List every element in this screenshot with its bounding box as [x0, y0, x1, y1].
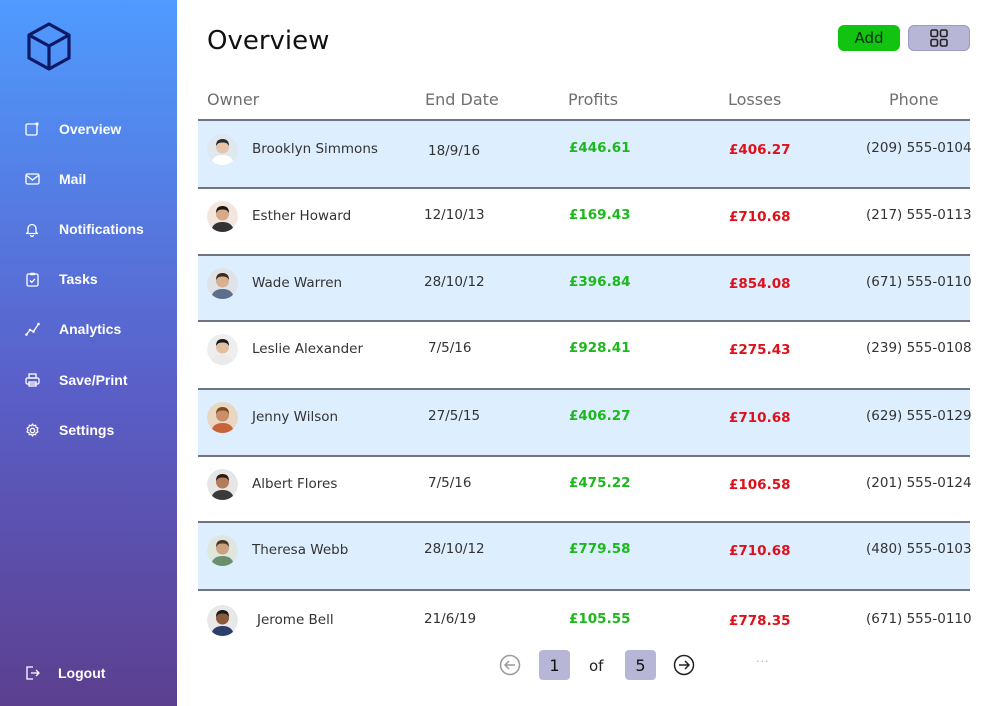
avatar — [207, 402, 238, 433]
end-date: 28/10/12 — [424, 274, 485, 290]
cube-logo-icon[interactable] — [24, 21, 74, 71]
sidebar-item-label: Save/Print — [59, 372, 128, 388]
avatar — [207, 334, 238, 365]
column-header-owner[interactable]: Owner — [207, 90, 259, 109]
owner-name: Albert Flores — [252, 476, 338, 492]
avatar — [207, 469, 238, 500]
owner-name: Jerome Bell — [257, 612, 334, 628]
avatar — [207, 535, 238, 566]
avatar — [207, 268, 238, 299]
next-page-icon[interactable] — [673, 654, 695, 676]
add-button[interactable]: Add — [838, 25, 900, 51]
column-header-phone[interactable]: Phone — [889, 90, 939, 109]
table-row[interactable]: Jenny Wilson 27/5/15 £406.27 £710.68 (629) 5… — [198, 390, 972, 457]
loss-value: £710.68 — [729, 543, 791, 559]
table-row[interactable]: Theresa Webb 28/10/12 £779.58 £710.68 (480) … — [198, 523, 972, 591]
owner-name: Esther Howard — [252, 208, 352, 224]
page-title: Overview — [207, 26, 330, 56]
phone-number: (629) 555-0129 — [866, 408, 972, 424]
loss-value: £854.08 — [729, 276, 791, 292]
profit-value: £928.41 — [569, 340, 631, 356]
end-date: 7/5/16 — [428, 340, 472, 356]
grid-view-button[interactable] — [908, 25, 970, 51]
end-date: 12/10/13 — [424, 207, 485, 223]
loss-value: £106.58 — [729, 477, 791, 493]
owner-name: Jenny Wilson — [252, 409, 339, 425]
end-date: 27/5/15 — [428, 408, 481, 424]
overview-icon — [24, 121, 40, 137]
avatar — [207, 201, 238, 232]
phone-number: (209) 555-0104 — [866, 140, 972, 156]
owner-name: Leslie Alexander — [252, 341, 364, 357]
more-pages-indicator: ... — [756, 652, 770, 665]
bell-icon — [24, 221, 40, 237]
sidebar-item-label: Notifications — [59, 221, 144, 237]
end-date: 28/10/12 — [424, 541, 485, 557]
table-row[interactable]: Brooklyn Simmons 18/9/16 £446.61 £406.27 (20… — [198, 119, 972, 189]
grid-icon — [930, 29, 948, 47]
profit-value: £779.58 — [569, 541, 631, 557]
loss-value: £778.35 — [729, 613, 791, 629]
sidebar-item-tasks[interactable]: Tasks — [0, 264, 177, 294]
loss-value: £710.68 — [729, 410, 791, 426]
logout-button[interactable]: Logout — [0, 658, 177, 688]
owner-name: Theresa Webb — [252, 542, 349, 558]
sidebar: Overview Mail Notifications Tasks Analyt… — [0, 0, 177, 706]
end-date: 21/6/19 — [424, 611, 477, 627]
loss-value: £406.27 — [729, 142, 791, 158]
sidebar-item-analytics[interactable]: Analytics — [0, 314, 177, 344]
loss-value: £710.68 — [729, 209, 791, 225]
profit-value: £406.27 — [569, 408, 631, 424]
profit-value: £396.84 — [569, 274, 631, 290]
profit-value: £169.43 — [569, 207, 631, 223]
phone-number: (239) 555-0108 — [866, 340, 972, 356]
sidebar-item-notifications[interactable]: Notifications — [0, 214, 177, 244]
owner-name: Wade Warren — [252, 275, 343, 291]
total-pages[interactable]: 5 — [625, 650, 656, 680]
table-row[interactable]: Wade Warren 28/10/12 £396.84 £854.08 (671) 5… — [198, 256, 972, 322]
prev-page-icon[interactable] — [499, 654, 521, 676]
avatar — [207, 134, 238, 165]
analytics-icon — [24, 321, 40, 337]
table-row[interactable]: Leslie Alexander 7/5/16 £928.41 £275.43 (239… — [198, 322, 972, 390]
sidebar-item-label: Analytics — [59, 321, 122, 337]
sidebar-item-settings[interactable]: Settings — [0, 415, 177, 445]
phone-number: (671) 555-0110 — [866, 611, 972, 627]
profit-value: £105.55 — [569, 611, 631, 627]
table-row[interactable]: Esther Howard 12/10/13 £169.43 £710.68 (217)… — [198, 189, 972, 256]
profit-value: £475.22 — [569, 475, 631, 491]
printer-icon — [24, 372, 40, 388]
profit-value: £446.61 — [569, 140, 631, 156]
logout-icon — [24, 665, 40, 681]
sidebar-item-save-print[interactable]: Save/Print — [0, 365, 177, 395]
gear-icon — [24, 422, 40, 438]
phone-number: (201) 555-0124 — [866, 475, 972, 491]
owner-name: Brooklyn Simmons — [252, 141, 378, 157]
table-row[interactable]: Jerome Bell 21/6/19 £105.55 £778.35 (671) 55… — [198, 591, 972, 641]
end-date: 18/9/16 — [428, 143, 481, 159]
sidebar-item-label: Tasks — [59, 271, 98, 287]
phone-number: (480) 555-0103 — [866, 541, 972, 557]
column-header-end-date[interactable]: End Date — [425, 90, 499, 109]
phone-number: (217) 555-0113 — [866, 207, 972, 223]
sidebar-item-mail[interactable]: Mail — [0, 164, 177, 194]
end-date: 7/5/16 — [428, 475, 472, 491]
clipboard-check-icon — [24, 271, 40, 287]
logout-label: Logout — [58, 665, 106, 681]
phone-number: (671) 555-0110 — [866, 274, 972, 290]
sidebar-item-overview[interactable]: Overview — [0, 114, 177, 144]
mail-icon — [24, 171, 40, 187]
current-page[interactable]: 1 — [539, 650, 570, 680]
column-header-losses[interactable]: Losses — [728, 90, 781, 109]
page-of-label: of — [589, 657, 604, 675]
table-row[interactable]: Albert Flores 7/5/16 £475.22 £106.58 (201) 5… — [198, 457, 972, 523]
sidebar-item-label: Settings — [59, 422, 115, 438]
column-header-profits[interactable]: Profits — [568, 90, 618, 109]
loss-value: £275.43 — [729, 342, 791, 358]
sidebar-item-label: Mail — [59, 171, 87, 187]
avatar — [207, 605, 238, 636]
sidebar-item-label: Overview — [59, 121, 122, 137]
